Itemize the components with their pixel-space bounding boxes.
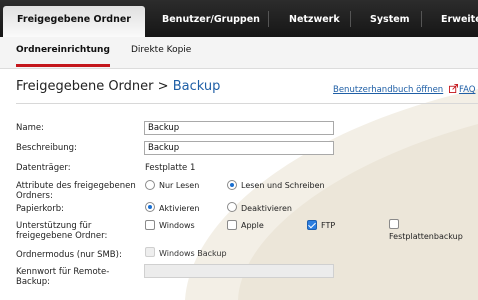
- tab-network[interactable]: Netzwerk: [289, 6, 340, 37]
- checkbox-ftp[interactable]: [307, 220, 317, 230]
- subtab-folder-setup[interactable]: Ordnereinrichtung: [16, 45, 110, 55]
- name-label: Name:: [16, 123, 44, 133]
- top-navigation: Freigegebene Ordner Benutzer/Gruppen Net…: [0, 0, 478, 37]
- volume-label: Datenträger:: [16, 163, 71, 173]
- tab-users-groups[interactable]: Benutzer/Gruppen: [162, 6, 260, 37]
- attributes-label: Attribute des freigegebenen Ordners:: [16, 181, 136, 201]
- checkbox-windows-backup-label: Windows Backup: [159, 249, 227, 258]
- name-input[interactable]: [144, 121, 334, 135]
- external-link-icon[interactable]: [449, 84, 458, 93]
- checkbox-windows[interactable]: [145, 220, 155, 230]
- page-title: Freigegebene Ordner > Backup: [16, 79, 220, 94]
- radio-read-write[interactable]: [227, 180, 237, 190]
- volume-value: Festplatte 1: [145, 163, 196, 173]
- checkbox-windows-backup[interactable]: [145, 247, 155, 257]
- checkbox-apple-label: Apple: [241, 221, 264, 230]
- header-divider: [16, 103, 478, 104]
- faq-link[interactable]: FAQ: [459, 85, 475, 95]
- radio-read-only-label: Nur Lesen: [159, 181, 200, 190]
- tab-shared-folders[interactable]: Freigegebene Ordner: [3, 6, 145, 37]
- sub-navigation: Ordnereinrichtung Direkte Kopie: [0, 37, 478, 69]
- radio-recycle-enable-label: Aktivieren: [159, 204, 200, 213]
- radio-recycle-enable[interactable]: [145, 202, 155, 212]
- tab-separator: [421, 11, 422, 27]
- user-manual-link[interactable]: Benutzerhandbuch öffnen: [333, 85, 443, 95]
- main-content: Freigegebene Ordner > Backup Benutzerhan…: [0, 69, 478, 300]
- folder-mode-label: Ordnermodus (nur SMB):: [16, 250, 122, 260]
- tab-separator: [268, 11, 269, 27]
- tab-system[interactable]: System: [370, 6, 410, 37]
- radio-recycle-disable[interactable]: [227, 202, 237, 212]
- checkbox-ftp-label: FTP: [321, 221, 336, 230]
- tab-separator: [350, 11, 351, 27]
- checkbox-disk-backup[interactable]: [389, 219, 399, 229]
- tab-advanced[interactable]: Erweitert: [441, 6, 478, 37]
- page-title-main: Freigegebene Ordner: [16, 79, 154, 94]
- remote-backup-password-input[interactable]: [144, 264, 334, 278]
- subtab-direct-copy[interactable]: Direkte Kopie: [131, 45, 191, 55]
- radio-read-only[interactable]: [145, 180, 155, 190]
- breadcrumb-current: Backup: [172, 79, 221, 94]
- recycle-bin-label: Papierkorb:: [16, 204, 65, 214]
- checkbox-apple[interactable]: [227, 220, 237, 230]
- checkbox-windows-label: Windows: [159, 221, 195, 230]
- checkbox-disk-backup-label: Festplattenbackup: [389, 232, 463, 241]
- description-input[interactable]: [144, 141, 334, 155]
- radio-recycle-disable-label: Deaktivieren: [241, 204, 292, 213]
- radio-read-write-label: Lesen und Schreiben: [241, 181, 325, 190]
- active-subtab-indicator: [16, 64, 110, 67]
- description-label: Beschreibung:: [16, 143, 77, 153]
- folder-support-label: Unterstützung für freigegebene Ordner:: [16, 221, 108, 241]
- remote-backup-password-label: Kennwort für Remote-Backup:: [16, 267, 110, 287]
- breadcrumb-separator: >: [157, 79, 169, 94]
